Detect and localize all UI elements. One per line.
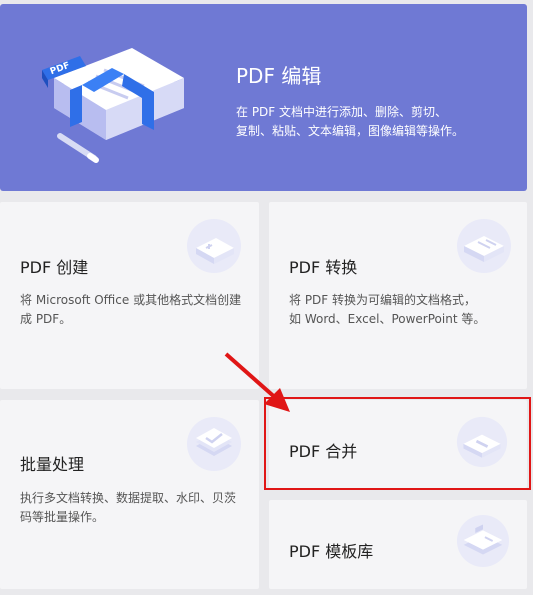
pdf-create-desc-line1: 将 Microsoft Office 或其他格式文档创建 (20, 293, 242, 307)
pdf-edit-title: PDF 编辑 (236, 64, 322, 88)
pdf-convert-card[interactable]: PDF 转换 将 PDF 转换为可编辑的文档格式， 如 Word、Excel、P… (269, 202, 527, 389)
pdf-templates-icon (456, 514, 510, 568)
pdf-edit-card[interactable]: PDF PDF 编辑 在 PDF 文档中进行添加、删除、剪切、 复制、粘贴、文本… (0, 4, 527, 191)
pdf-edit-desc-line1: 在 PDF 文档中进行添加、删除、剪切、 (236, 105, 448, 119)
pdf-templates-title: PDF 模板库 (289, 542, 374, 561)
pdf-convert-icon (457, 219, 511, 273)
pdf-merge-title: PDF 合并 (289, 442, 358, 461)
pdf-templates-card[interactable]: PDF 模板库 (269, 500, 527, 589)
pdf-edit-desc-line2: 复制、粘贴、文本编辑，图像编辑等操作。 (236, 124, 465, 138)
pdf-create-desc-line2: 成 PDF。 (20, 312, 72, 326)
pdf-convert-desc-line1: 将 PDF 转换为可编辑的文档格式， (289, 293, 477, 307)
pdf-merge-card[interactable]: PDF 合并 (269, 400, 527, 488)
pdf-edit-description: 在 PDF 文档中进行添加、删除、剪切、 复制、粘贴、文本编辑，图像编辑等操作。 (236, 103, 506, 141)
pdf-edit-illustration-icon (42, 48, 184, 163)
pdf-convert-title: PDF 转换 (289, 258, 358, 277)
batch-process-desc-line1: 执行多文档转换、数据提取、水印、贝茨 (20, 491, 237, 505)
pdf-create-title: PDF 创建 (20, 258, 89, 277)
pdf-create-card[interactable]: PDF 创建 将 Microsoft Office 或其他格式文档创建 成 PD… (0, 202, 259, 389)
pdf-convert-desc-line2: 如 Word、Excel、PowerPoint 等。 (289, 312, 486, 326)
batch-process-desc-line2: 码等批量操作。 (20, 510, 105, 524)
batch-process-description: 执行多文档转换、数据提取、水印、贝茨 码等批量操作。 (20, 489, 250, 527)
pdf-convert-description: 将 PDF 转换为可编辑的文档格式， 如 Word、Excel、PowerPoi… (289, 291, 519, 329)
batch-process-title: 批量处理 (20, 455, 85, 474)
batch-process-card[interactable]: 批量处理 执行多文档转换、数据提取、水印、贝茨 码等批量操作。 (0, 400, 259, 589)
pdf-merge-icon (456, 416, 508, 468)
pdf-create-icon (187, 219, 241, 273)
pdf-create-description: 将 Microsoft Office 或其他格式文档创建 成 PDF。 (20, 291, 250, 329)
batch-process-icon (187, 417, 241, 471)
